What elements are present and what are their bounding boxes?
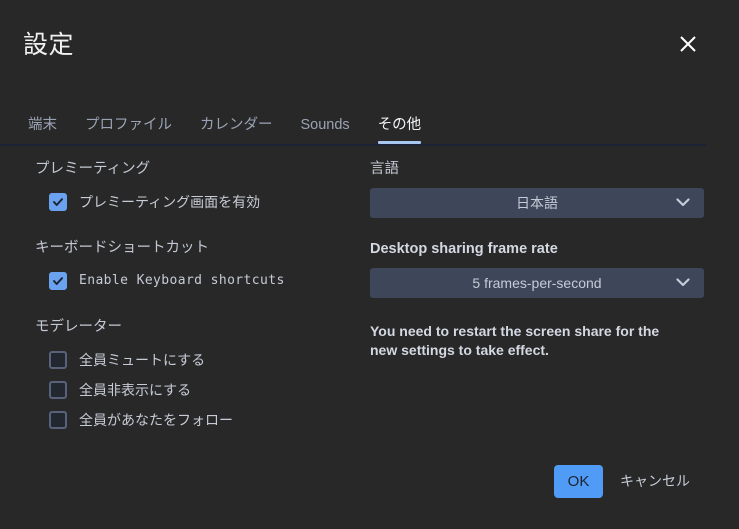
language-label: 言語 <box>370 161 399 177</box>
tab-calendar[interactable]: カレンダー <box>186 116 287 144</box>
keyboard-section: キーボードショートカット Enable Keyboard shortcuts <box>35 239 355 296</box>
check-icon <box>52 196 64 208</box>
settings-body: プレミーティング プレミーティング画面を有効 キーボードショートカット Enab… <box>0 160 739 450</box>
checkbox-follow-me[interactable] <box>49 411 67 429</box>
checkbox-hide-all[interactable] <box>49 381 67 399</box>
moderator-follow-me-row[interactable]: 全員があなたをフォロー <box>49 405 355 435</box>
checkbox-keyboard-shortcuts[interactable] <box>49 272 67 290</box>
page-title: 設定 <box>23 31 75 59</box>
language-dropdown-value: 日本語 <box>516 195 558 211</box>
checkbox-mute-all[interactable] <box>49 351 67 369</box>
left-column: プレミーティング プレミーティング画面を有効 キーボードショートカット Enab… <box>35 160 355 457</box>
dialog-header: 設定 <box>0 0 739 92</box>
tab-separator <box>0 144 706 146</box>
keyboard-checkbox-row[interactable]: Enable Keyboard shortcuts <box>49 266 355 296</box>
frame-rate-setting: Desktop sharing frame rate 5 frames-per-… <box>370 240 704 298</box>
moderator-mute-all-row[interactable]: 全員ミュートにする <box>49 345 355 375</box>
moderator-hide-all-row[interactable]: 全員非表示にする <box>49 375 355 405</box>
premeeting-checkbox-row[interactable]: プレミーティング画面を有効 <box>49 187 355 217</box>
frame-rate-dropdown-value: 5 frames-per-second <box>472 275 602 291</box>
keyboard-heading: キーボードショートカット <box>35 240 209 256</box>
checkbox-hide-all-label: 全員非表示にする <box>79 382 192 398</box>
tab-profile[interactable]: プロファイル <box>71 116 186 144</box>
ok-button[interactable]: OK <box>554 465 603 498</box>
checkbox-premeeting-label: プレミーティング画面を有効 <box>79 194 261 210</box>
close-button[interactable] <box>675 31 701 57</box>
premeeting-heading: プレミーティング <box>35 161 151 177</box>
frame-rate-label: Desktop sharing frame rate <box>370 241 558 257</box>
tab-sounds[interactable]: Sounds <box>287 116 364 144</box>
checkbox-keyboard-shortcuts-label: Enable Keyboard shortcuts <box>79 273 285 288</box>
check-icon <box>52 275 64 287</box>
frame-rate-dropdown[interactable]: 5 frames-per-second <box>370 268 704 298</box>
checkbox-follow-me-label: 全員があなたをフォロー <box>79 412 233 428</box>
chevron-down-icon <box>676 194 690 212</box>
tab-terminal[interactable]: 端末 <box>28 116 71 144</box>
close-icon <box>678 34 698 54</box>
right-column: 言語 日本語 Desktop sharing frame rate 5 fram… <box>370 160 704 360</box>
restart-notice: You need to restart the screen share for… <box>370 323 660 358</box>
tab-more[interactable]: その他 <box>364 116 436 144</box>
language-setting: 言語 日本語 <box>370 160 704 218</box>
premeeting-section: プレミーティング プレミーティング画面を有効 <box>35 160 355 217</box>
checkbox-mute-all-label: 全員ミュートにする <box>79 352 206 368</box>
tab-bar: 端末 プロファイル カレンダー Sounds その他 <box>0 110 739 146</box>
chevron-down-icon <box>676 274 690 292</box>
settings-dialog: 設定 端末 プロファイル カレンダー Sounds その他 プレミーティング プ… <box>0 0 739 529</box>
checkbox-premeeting[interactable] <box>49 193 67 211</box>
moderator-section: モデレーター 全員ミュートにする 全員非表示にする 全員があなたをフォロー <box>35 318 355 435</box>
language-dropdown[interactable]: 日本語 <box>370 188 704 218</box>
dialog-footer: OK キャンセル <box>0 459 739 529</box>
cancel-button[interactable]: キャンセル <box>620 472 690 491</box>
moderator-heading: モデレーター <box>35 319 122 335</box>
